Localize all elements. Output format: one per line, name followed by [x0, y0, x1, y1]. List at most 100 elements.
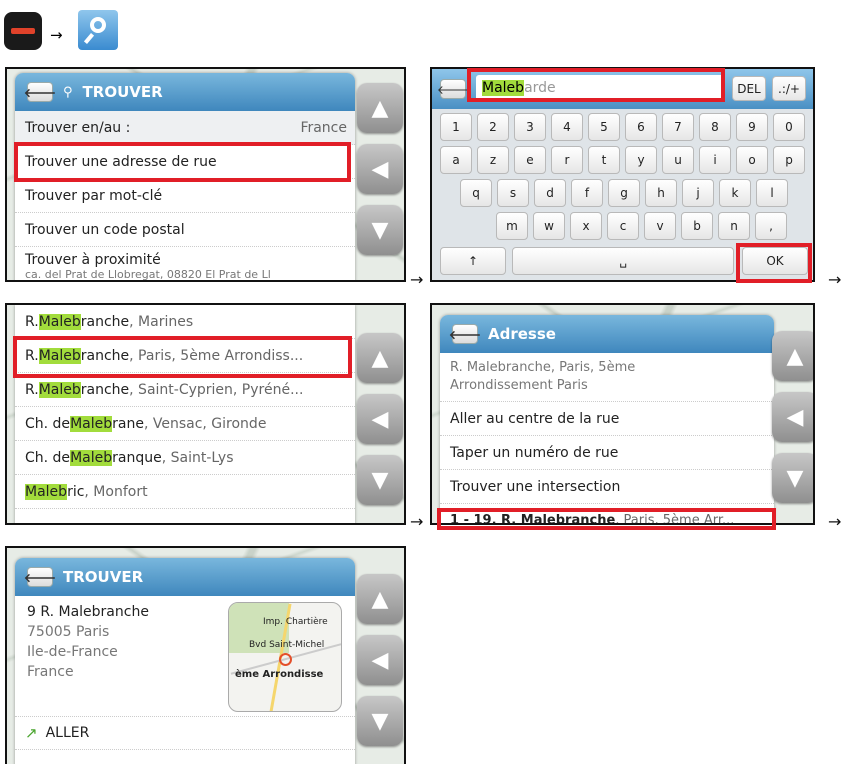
menu-item-postcode[interactable]: Trouver un code postal: [15, 213, 355, 247]
key-4[interactable]: 4: [551, 113, 583, 141]
menu-item-street-address[interactable]: Trouver une adresse de rue: [15, 145, 355, 179]
back-side-button[interactable]: ◀: [357, 635, 403, 685]
key-3[interactable]: 3: [514, 113, 546, 141]
key-k[interactable]: k: [719, 179, 751, 207]
screen-keyboard: 🡐 Maleb arde DEL .:/+ 1234567890 azertyuio…: [430, 67, 815, 282]
key-p[interactable]: p: [773, 146, 805, 174]
back-button[interactable]: 🡐: [24, 82, 56, 102]
scroll-up-button[interactable]: ▲: [357, 83, 403, 133]
scroll-up-button[interactable]: ▲: [772, 331, 813, 381]
title-search-icon: ⚲: [63, 84, 73, 100]
key-,[interactable]: ,: [755, 212, 787, 240]
results-list: R. Maleb ranche, Marines R. Maleb ranche, P…: [15, 305, 355, 509]
key-1[interactable]: 1: [440, 113, 472, 141]
back-button[interactable]: 🡐: [24, 567, 56, 587]
key-j[interactable]: j: [682, 179, 714, 207]
menu-minus-icon: [4, 12, 42, 50]
menu-item-keyword[interactable]: Trouver par mot-clé: [15, 179, 355, 213]
result-location: , Vensac, Gironde: [143, 415, 267, 432]
key-5[interactable]: 5: [588, 113, 620, 141]
key-g[interactable]: g: [608, 179, 640, 207]
key-9[interactable]: 9: [736, 113, 768, 141]
map-thumbnail[interactable]: Imp. Chartière Bvd Saint-Michel ème Arro…: [228, 602, 342, 712]
go-arrow-icon: ↗: [25, 724, 38, 742]
step-arrow: →: [50, 26, 63, 44]
result-row[interactable]: Maleb ric, Monfort: [15, 475, 355, 509]
key-z[interactable]: z: [477, 146, 509, 174]
panel-title-bar: 🡐 TROUVER: [15, 558, 355, 596]
option-number-range[interactable]: 1 - 19, R. Malebranche, Paris, 5ème Arr.…: [440, 504, 774, 525]
option-intersection[interactable]: Trouver une intersection: [440, 470, 774, 504]
result-row[interactable]: R. Maleb ranche, Saint-Cyprien, Pyréné...: [15, 373, 355, 407]
go-button[interactable]: ↗ ALLER: [15, 716, 355, 750]
back-side-button[interactable]: ◀: [357, 394, 403, 444]
screen-results: R. Maleb ranche, Marines R. Maleb ranche, P…: [5, 303, 406, 525]
key-i[interactable]: i: [699, 146, 731, 174]
scroll-down-button[interactable]: ▼: [357, 696, 403, 746]
result-location: , Saint-Lys: [161, 449, 234, 466]
result-match: Maleb: [38, 381, 81, 398]
key-y[interactable]: y: [625, 146, 657, 174]
address-country: France: [27, 664, 74, 680]
scroll-down-button[interactable]: ▼: [772, 453, 813, 503]
key-d[interactable]: d: [534, 179, 566, 207]
back-button[interactable]: 🡐: [437, 79, 469, 99]
key-w[interactable]: w: [533, 212, 565, 240]
back-side-button[interactable]: ◀: [357, 144, 403, 194]
scroll-up-button[interactable]: ▲: [357, 333, 403, 383]
scroll-down-button[interactable]: ▼: [357, 455, 403, 505]
key-0[interactable]: 0: [773, 113, 805, 141]
option-house-number[interactable]: Taper un numéro de rue: [440, 436, 774, 470]
go-label: ALLER: [45, 725, 90, 741]
key-m[interactable]: m: [496, 212, 528, 240]
back-side-button[interactable]: ◀: [772, 392, 813, 442]
key-x[interactable]: x: [570, 212, 602, 240]
key-h[interactable]: h: [645, 179, 677, 207]
key-s[interactable]: s: [497, 179, 529, 207]
delete-button[interactable]: DEL: [732, 76, 766, 101]
key-8[interactable]: 8: [699, 113, 731, 141]
result-row[interactable]: Ch. de Maleb ranque, Saint-Lys: [15, 441, 355, 475]
key-b[interactable]: b: [681, 212, 713, 240]
country-label: Trouver en/au :: [25, 119, 131, 136]
key-a[interactable]: a: [440, 146, 472, 174]
key-v[interactable]: v: [644, 212, 676, 240]
country-row[interactable]: Trouver en/au : France: [15, 111, 355, 145]
address-block: 9 R. Malebranche 75005 Paris Ile-de-Fran…: [27, 602, 149, 682]
result-row[interactable]: Ch. de Maleb rane, Vensac, Gironde: [15, 407, 355, 441]
space-key[interactable]: ␣: [512, 247, 734, 275]
result-match: Maleb: [70, 449, 113, 466]
range-location: , Paris, 5ème Arr...: [615, 513, 735, 525]
key-6[interactable]: 6: [625, 113, 657, 141]
key-7[interactable]: 7: [662, 113, 694, 141]
key-o[interactable]: o: [736, 146, 768, 174]
result-row[interactable]: R. Maleb ranche, Marines: [15, 305, 355, 339]
ok-button[interactable]: OK: [742, 247, 808, 275]
key-t[interactable]: t: [588, 146, 620, 174]
scroll-up-button[interactable]: ▲: [357, 574, 403, 624]
key-n[interactable]: n: [718, 212, 750, 240]
key-e[interactable]: e: [514, 146, 546, 174]
menu-item-nearby[interactable]: Trouver à proximité ca. del Prat de Llob…: [15, 247, 355, 280]
key-f[interactable]: f: [571, 179, 603, 207]
result-rest: ranque: [112, 449, 162, 466]
find-panel: 🡐 ⚲ TROUVER Trouver en/au : France Trouv…: [15, 73, 355, 280]
back-button[interactable]: 🡐: [449, 324, 481, 344]
key-l[interactable]: l: [756, 179, 788, 207]
symbols-button[interactable]: .:/+: [772, 76, 806, 101]
search-input[interactable]: Maleb arde: [476, 75, 724, 101]
key-c[interactable]: c: [607, 212, 639, 240]
result-match: Maleb: [70, 415, 113, 432]
panel-title: TROUVER: [82, 83, 163, 101]
result-row[interactable]: R. Maleb ranche, Paris, 5ème Arrondiss...: [15, 339, 355, 373]
key-q[interactable]: q: [460, 179, 492, 207]
key-2[interactable]: 2: [477, 113, 509, 141]
key-r[interactable]: r: [551, 146, 583, 174]
key-u[interactable]: u: [662, 146, 694, 174]
option-street-center[interactable]: Aller au centre de la rue: [440, 402, 774, 436]
screen-find-result: 🡐 TROUVER 9 R. Malebranche 75005 Paris I…: [5, 546, 406, 764]
scroll-down-button[interactable]: ▼: [357, 205, 403, 255]
range-label: 1 - 19, R. Malebranche: [450, 513, 616, 525]
shift-key[interactable]: ↑: [440, 247, 506, 275]
address-postcode: 75005 Paris: [27, 624, 110, 640]
